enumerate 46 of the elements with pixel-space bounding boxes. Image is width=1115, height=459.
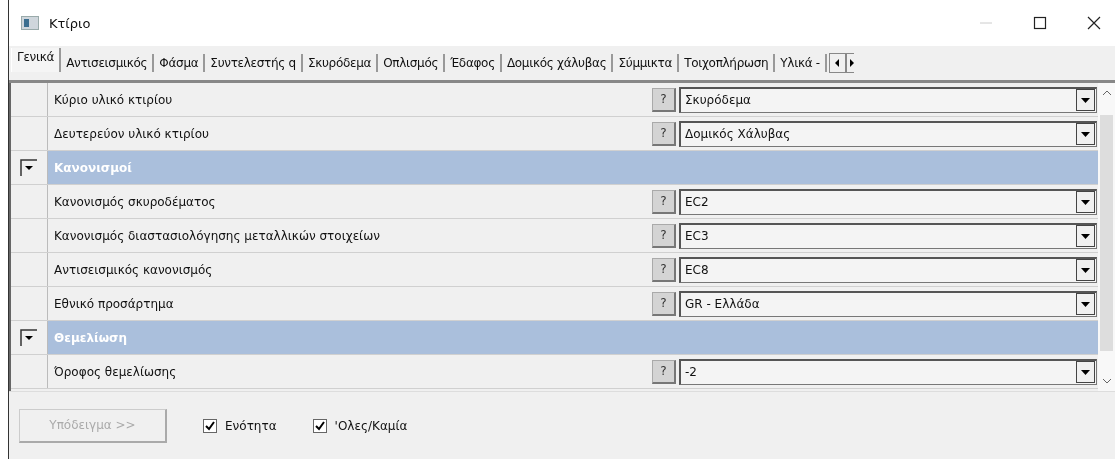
dropdown-field[interactable]: EC8 bbox=[679, 256, 1097, 283]
checkbox-label: Ενότητα bbox=[225, 418, 277, 433]
help-button[interactable]: ? bbox=[652, 291, 676, 316]
collapse-icon[interactable] bbox=[20, 158, 38, 177]
window-title: Κτίριο bbox=[49, 15, 91, 31]
tab[interactable]: Αντισεισμικός bbox=[61, 54, 155, 72]
tab[interactable]: Σύμμικτα bbox=[613, 54, 680, 72]
property-label: Κύριο υλικό κτιρίου bbox=[53, 92, 174, 107]
dropdown-field[interactable]: GR - Ελλάδα bbox=[679, 290, 1097, 317]
tab[interactable]: Γενικά bbox=[11, 48, 62, 72]
dropdown-field[interactable]: Δομικός Χάλυβας bbox=[679, 120, 1097, 147]
scroll-right-icon[interactable] bbox=[845, 53, 854, 73]
dropdown-field[interactable]: -2 bbox=[679, 358, 1097, 385]
property-label: Κανονισμός διαστασιολόγησης μεταλλικών στοιχείων bbox=[53, 228, 381, 243]
tab[interactable]: Φάσμα bbox=[154, 54, 206, 72]
dropdown-field[interactable]: Σκυρόδεμα bbox=[679, 86, 1097, 113]
scroll-up-icon[interactable] bbox=[1101, 89, 1112, 97]
scroll-down-icon[interactable] bbox=[1101, 377, 1112, 385]
close-icon[interactable] bbox=[1087, 16, 1101, 30]
property-label: Κανονισμός σκυροδέματος bbox=[53, 194, 217, 209]
property-label: Δευτερεύον υλικό κτιρίου bbox=[53, 126, 210, 141]
help-button[interactable]: ? bbox=[652, 359, 676, 384]
help-button[interactable]: ? bbox=[652, 257, 676, 282]
tab[interactable]: Συντελεστής q bbox=[205, 54, 303, 72]
tab[interactable]: Έδαφος bbox=[445, 54, 502, 72]
checkbox[interactable] bbox=[312, 418, 327, 433]
help-button[interactable]: ? bbox=[652, 87, 676, 112]
maximize-icon[interactable] bbox=[1033, 16, 1047, 30]
scrollbar[interactable] bbox=[1098, 83, 1115, 391]
property-label: Αντισεισμικός κανονισμός bbox=[53, 262, 214, 277]
property-label: Εθνικό προσάρτημα bbox=[53, 296, 175, 311]
help-button[interactable]: ? bbox=[652, 223, 676, 248]
help-button[interactable]: ? bbox=[652, 121, 676, 146]
dropdown-field[interactable]: EC3 bbox=[679, 222, 1097, 249]
tab[interactable]: Υλικά - bbox=[775, 54, 827, 72]
tab[interactable]: Οπλισμός bbox=[378, 54, 446, 72]
help-button[interactable]: ? bbox=[652, 189, 676, 214]
dropdown-field[interactable]: EC2 bbox=[679, 188, 1097, 215]
collapse-icon[interactable] bbox=[20, 328, 38, 347]
property-label: Όροφος θεμελίωσης bbox=[53, 364, 178, 379]
checkbox[interactable] bbox=[203, 418, 217, 433]
tab[interactable]: Σκυρόδεμα bbox=[302, 54, 379, 72]
tab[interactable]: Τοιχοπλήρωση bbox=[679, 54, 776, 72]
window-icon bbox=[21, 16, 39, 30]
tab[interactable]: Δομικός χάλυβας bbox=[501, 54, 614, 72]
checkbox-label: 'Ολες/Καμία bbox=[334, 418, 408, 433]
